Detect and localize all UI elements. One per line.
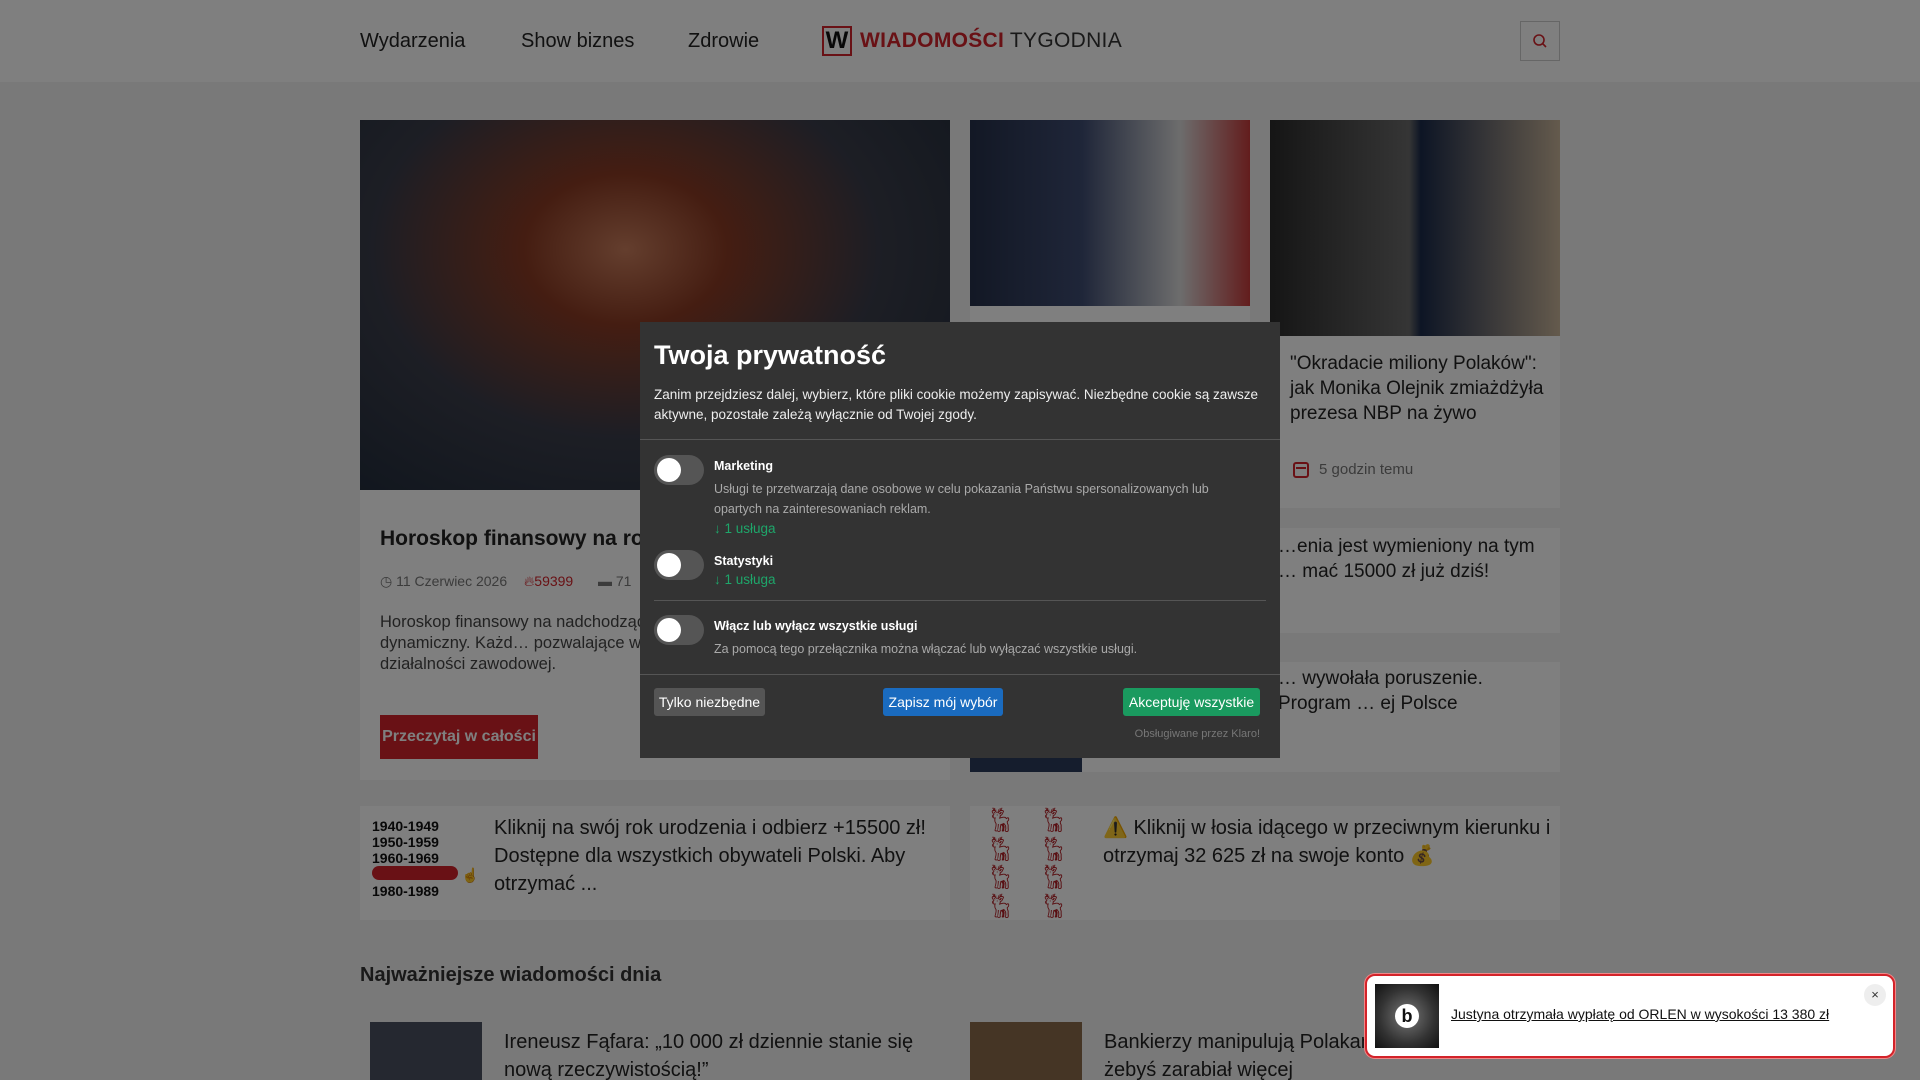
statistics-toggle[interactable] [654, 550, 704, 580]
marketing-description: Usługi te przetwarzają dane osobowe w ce… [714, 482, 1209, 516]
all-services-toggle[interactable] [654, 615, 704, 645]
accept-all-button[interactable]: Akceptuję wszystkie [1123, 688, 1260, 716]
marketing-title: Marketing [714, 459, 774, 473]
statistics-title: Statystyki [714, 554, 774, 568]
powered-by-link[interactable]: Obsługiwane przez Klaro! [1135, 728, 1260, 740]
modal-divider [654, 600, 1266, 601]
modal-description: Zanim przejdziesz dalej, wybierz, które … [654, 387, 1258, 422]
brand-logo-icon: b [1395, 1004, 1419, 1028]
notification-toast[interactable]: b Justyna otrzymała wypłatę od ORLEN w w… [1365, 974, 1895, 1058]
statistics-services-link[interactable]: ↓ 1 usługa [714, 572, 776, 587]
close-icon[interactable]: × [1864, 984, 1886, 1006]
all-services-title: Włącz lub wyłącz wszystkie usługi [714, 619, 918, 633]
modal-divider [640, 674, 1280, 675]
all-services-description: Za pomocą tego przełącznika można włącza… [714, 642, 1138, 656]
cookie-consent-modal: Twoja prywatność Zanim przejdziesz dalej… [640, 322, 1280, 758]
necessary-only-button[interactable]: Tylko niezbędne [654, 688, 765, 716]
marketing-toggle[interactable] [654, 455, 704, 485]
modal-divider [640, 439, 1280, 440]
notification-text[interactable]: Justyna otrzymała wypłatę od ORLEN w wys… [1451, 1006, 1829, 1022]
marketing-services-link[interactable]: ↓ 1 usługa [714, 521, 776, 536]
notification-image: b [1375, 984, 1439, 1048]
save-choice-button[interactable]: Zapisz mój wybór [883, 688, 1003, 716]
modal-title: Twoja prywatność [654, 340, 887, 370]
